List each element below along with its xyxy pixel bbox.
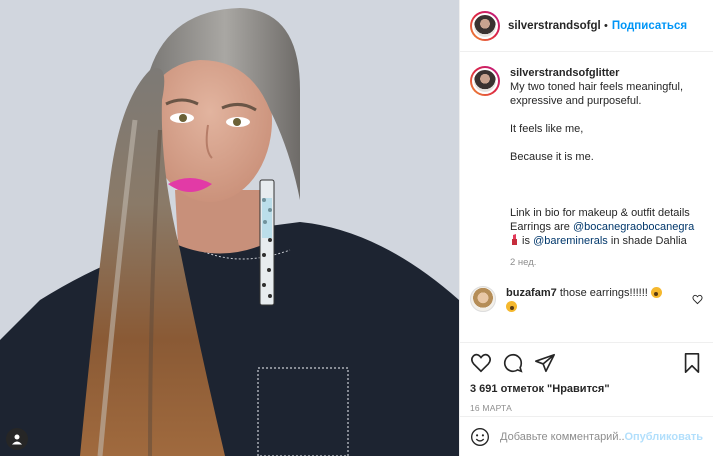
caption: silverstrandsofglitter My two toned hair…: [470, 66, 703, 270]
smiley-icon[interactable]: [470, 427, 490, 447]
caption-line-6: is @bareminerals in shade Dahlia: [510, 234, 703, 248]
add-comment-bar: Добавьте комментарий... Опубликовать: [460, 416, 713, 456]
instagram-post: silverstrandsofglitte • Подписаться silv…: [0, 0, 713, 456]
astonished-emoji-icon: [506, 301, 517, 312]
likes-count[interactable]: 3 691 отметок "Нравится": [470, 383, 703, 395]
action-icons-row: [470, 351, 703, 375]
author-avatar[interactable]: [470, 10, 500, 41]
comments-section: silverstrandsofglitter My two toned hair…: [460, 52, 713, 342]
comment-input[interactable]: Добавьте комментарий...: [500, 431, 624, 443]
post-header: silverstrandsofglitte • Подписаться: [460, 0, 713, 52]
header-separator: •: [604, 19, 608, 32]
publish-button[interactable]: Опубликовать: [624, 431, 703, 443]
comment-icon[interactable]: [502, 352, 524, 374]
comment-like-heart-icon[interactable]: [692, 294, 703, 305]
commenter-avatar[interactable]: [470, 286, 496, 312]
bookmark-icon[interactable]: [681, 352, 703, 374]
portrait-image: [0, 0, 459, 456]
comment-text: those earrings!!!!!!: [559, 287, 648, 299]
caption-username[interactable]: silverstrandsofglitter: [510, 67, 619, 79]
paper-plane-icon[interactable]: [534, 352, 556, 374]
comment-item: buzafam7 those earrings!!!!!!: [470, 286, 703, 314]
caption-line-2: It feels like me,: [510, 123, 584, 135]
caption-avatar[interactable]: [470, 66, 500, 96]
comment-body: buzafam7 those earrings!!!!!!: [506, 286, 686, 314]
caption-line-5: Earrings are @bocanegraobocanegra: [510, 221, 695, 233]
post-photo[interactable]: [0, 0, 459, 456]
post-side-panel: silverstrandsofglitte • Подписаться silv…: [459, 0, 713, 456]
caption-line-1: My two toned hair feels meaningful, expr…: [510, 81, 684, 107]
lipstick-emoji-icon: [512, 234, 517, 245]
caption-line-3: Because it is me.: [510, 151, 594, 163]
caption-body: silverstrandsofglitter My two toned hair…: [510, 66, 703, 270]
earrings-mention-link[interactable]: @bocanegraobocanegra: [573, 221, 694, 233]
astonished-emoji-icon: [650, 287, 662, 298]
user-tag-icon: [12, 434, 22, 445]
follow-button[interactable]: Подписаться: [612, 20, 687, 32]
author-username[interactable]: silverstrandsofglitte: [508, 20, 600, 32]
caption-line-4: Link in bio for makeup & outfit details: [510, 207, 690, 219]
post-actions: 3 691 отметок "Нравится" 16 МАРТА: [460, 342, 713, 416]
post-date[interactable]: 16 МАРТА: [470, 403, 703, 413]
user-tag-button[interactable]: [6, 428, 28, 450]
caption-time[interactable]: 2 нед.: [510, 256, 703, 270]
commenter-username[interactable]: buzafam7: [506, 287, 557, 299]
heart-icon[interactable]: [470, 352, 492, 374]
brand-mention-link[interactable]: @bareminerals: [533, 235, 608, 247]
